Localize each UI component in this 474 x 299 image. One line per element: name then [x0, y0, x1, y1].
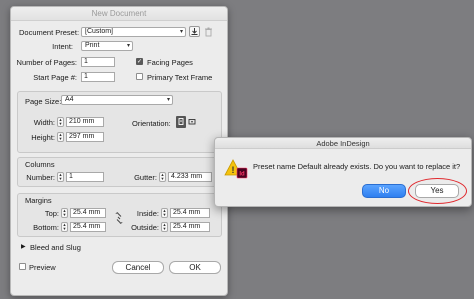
inside-label: Inside: — [136, 209, 159, 218]
columns-stepper[interactable]: ▲ ▼ — [57, 172, 64, 182]
svg-text:!: ! — [232, 165, 235, 175]
pages-input[interactable]: 1 — [81, 57, 115, 67]
cancel-button[interactable]: Cancel — [112, 261, 164, 274]
svg-text:Id: Id — [239, 172, 245, 178]
primary-text-frame-checkbox[interactable] — [136, 73, 143, 80]
outside-stepper[interactable]: ▲ ▼ — [161, 222, 168, 232]
bleed-slug-label[interactable]: Bleed and Slug — [30, 243, 81, 252]
intent-label: Intent: — [52, 42, 73, 51]
preset-value: [Custom] — [85, 28, 114, 35]
bottom-input[interactable]: 25.4 mm — [70, 222, 106, 232]
bottom-label: Bottom: — [33, 223, 59, 232]
intent-select[interactable]: Print ▾ — [81, 41, 133, 51]
start-page-input[interactable]: 1 — [81, 72, 115, 82]
number-label: Number: — [26, 173, 55, 182]
page-size-value: A4 — [65, 96, 74, 103]
yes-highlight-annotation — [408, 178, 467, 204]
save-preset-icon[interactable] — [189, 26, 200, 37]
alert-message: Preset name Default already exists. Do y… — [253, 162, 461, 171]
disclosure-triangle-icon[interactable]: ▶ — [21, 243, 26, 250]
chevron-down-icon: ▾ — [166, 97, 170, 103]
chevron-down-icon: ▾ — [126, 43, 130, 49]
height-input[interactable]: 297 mm — [66, 132, 104, 142]
facing-pages-label: Facing Pages — [147, 58, 193, 67]
adobe-indesign-alert: Adobe InDesign ! Id Preset name Default … — [214, 137, 472, 207]
dialog-title: New Document — [11, 7, 227, 21]
chevron-down-icon: ▾ — [179, 29, 183, 35]
landscape-orientation-icon[interactable] — [187, 116, 197, 128]
columns-heading: Columns — [25, 160, 55, 169]
gutter-input[interactable]: 4.233 mm — [168, 172, 212, 182]
preview-checkbox[interactable] — [19, 263, 26, 270]
alert-title: Adobe InDesign — [215, 138, 471, 149]
top-stepper[interactable]: ▲ ▼ — [61, 208, 68, 218]
top-input[interactable]: 25.4 mm — [70, 208, 106, 218]
pages-label: Number of Pages: — [16, 58, 77, 67]
inside-input[interactable]: 25.4 mm — [170, 208, 210, 218]
ok-button[interactable]: OK — [169, 261, 221, 274]
outside-input[interactable]: 25.4 mm — [170, 222, 210, 232]
width-stepper[interactable]: ▲ ▼ — [57, 117, 64, 127]
preset-select[interactable]: [Custom] ▾ — [81, 27, 186, 37]
top-label: Top: — [44, 209, 59, 218]
new-document-dialog: New Document Document Preset: [Custom] ▾… — [10, 6, 228, 296]
width-input[interactable]: 210 mm — [66, 117, 104, 127]
bottom-stepper[interactable]: ▲ ▼ — [61, 222, 68, 232]
preset-label: Document Preset: — [19, 28, 80, 37]
portrait-orientation-icon[interactable] — [176, 116, 186, 128]
inside-stepper[interactable]: ▲ ▼ — [161, 208, 168, 218]
page-size-select[interactable]: A4 ▾ — [61, 95, 173, 105]
page-size-label: Page Size: — [25, 97, 62, 106]
height-label: Height: — [31, 133, 55, 142]
orientation-label: Orientation: — [132, 119, 171, 128]
gutter-label: Gutter: — [134, 173, 157, 182]
trash-icon[interactable] — [204, 27, 213, 37]
primary-text-frame-label: Primary Text Frame — [147, 73, 213, 82]
gutter-stepper[interactable]: ▲ ▼ — [159, 172, 166, 182]
height-stepper[interactable]: ▲ ▼ — [57, 132, 64, 142]
columns-input[interactable]: 1 — [66, 172, 104, 182]
width-label: Width: — [33, 118, 55, 127]
warning-triangle-icon: ! Id — [224, 158, 248, 180]
intent-value: Print — [85, 42, 100, 49]
no-button[interactable]: No — [362, 184, 406, 198]
preview-label: Preview — [29, 263, 56, 272]
facing-pages-checkbox[interactable]: ✓ — [136, 58, 143, 65]
start-page-label: Start Page #: — [33, 73, 77, 82]
margins-heading: Margins — [25, 196, 52, 205]
outside-label: Outside: — [131, 223, 159, 232]
